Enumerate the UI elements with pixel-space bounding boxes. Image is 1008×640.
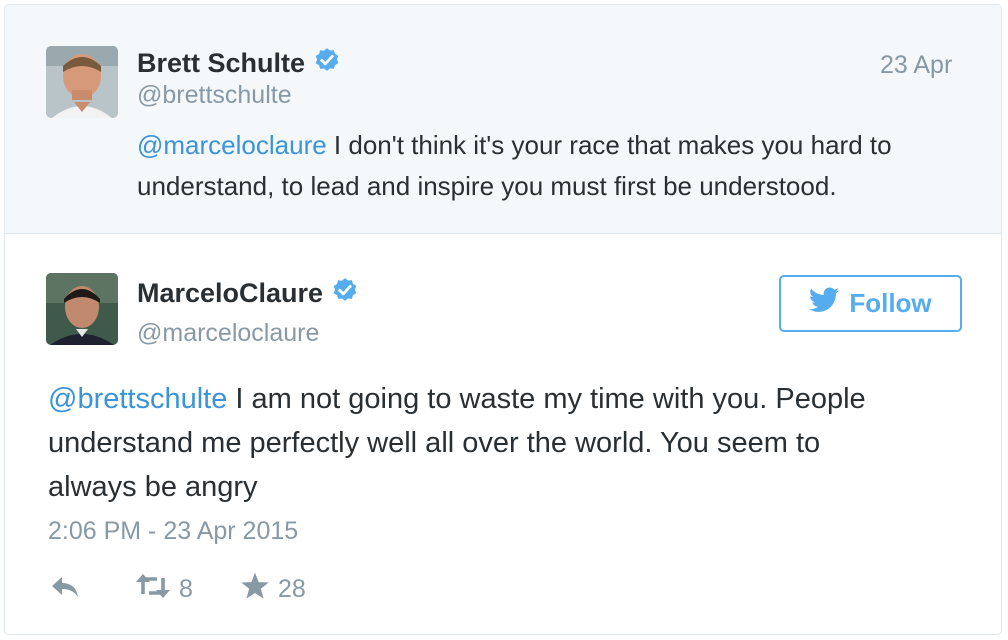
favorite-button[interactable]: 28 bbox=[240, 572, 306, 607]
verified-badge-icon bbox=[313, 47, 341, 82]
main-author-handle[interactable]: @marceloclaure bbox=[137, 319, 319, 348]
parent-tweet-date[interactable]: 23 Apr bbox=[880, 51, 952, 80]
follow-button[interactable]: Follow bbox=[779, 275, 962, 332]
main-tweet-line-1-text: I am not going to waste my time with you… bbox=[227, 383, 866, 415]
brett-schulte-avatar[interactable] bbox=[46, 46, 118, 118]
verified-badge-icon bbox=[331, 277, 359, 312]
parent-author-handle[interactable]: @brettschulte bbox=[137, 81, 292, 110]
follow-button-label[interactable]: Follow bbox=[849, 288, 931, 319]
main-tweet-text: @brettschulte I am not going to waste my… bbox=[48, 377, 866, 509]
favorite-count: 28 bbox=[278, 575, 306, 603]
main-tweet-line-3: always be angry bbox=[48, 471, 258, 503]
main-author-name[interactable]: MarceloClaure bbox=[137, 277, 359, 312]
parent-author-name-text[interactable]: Brett Schulte bbox=[137, 48, 305, 78]
star-icon bbox=[240, 572, 270, 607]
mention-link[interactable]: @brettschulte bbox=[48, 383, 227, 415]
retweet-icon bbox=[135, 573, 171, 606]
reply-button[interactable] bbox=[50, 575, 80, 606]
marcelo-claure-avatar[interactable] bbox=[46, 273, 118, 345]
parent-tweet-text: @marceloclaure I don't think it's your r… bbox=[137, 125, 892, 207]
main-author-name-text[interactable]: MarceloClaure bbox=[137, 278, 323, 308]
parent-author-name[interactable]: Brett Schulte bbox=[137, 47, 341, 82]
parent-tweet-line-1: @marceloclaure I don't think it's your r… bbox=[137, 125, 892, 166]
parent-tweet-line-2: understand, to lead and inspire you must… bbox=[137, 171, 837, 201]
parent-tweet[interactable]: Brett Schulte @brettschulte 23 Apr @marc… bbox=[5, 5, 1001, 234]
embedded-tweet-card: Brett Schulte @brettschulte 23 Apr @marc… bbox=[4, 4, 1002, 635]
parent-tweet-line-1-text: I don't think it's your race that makes … bbox=[326, 130, 892, 160]
main-tweet-line-2: understand me perfectly well all over th… bbox=[48, 427, 821, 459]
main-tweet-line-1: @brettschulte I am not going to waste my… bbox=[48, 377, 866, 421]
retweet-button[interactable]: 8 bbox=[135, 573, 193, 606]
reply-icon bbox=[50, 575, 80, 606]
twitter-bird-icon bbox=[809, 287, 840, 320]
retweet-count: 8 bbox=[179, 575, 193, 603]
tweet-timestamp[interactable]: 2:06 PM - 23 Apr 2015 bbox=[48, 517, 298, 546]
mention-link[interactable]: @marceloclaure bbox=[137, 130, 327, 160]
